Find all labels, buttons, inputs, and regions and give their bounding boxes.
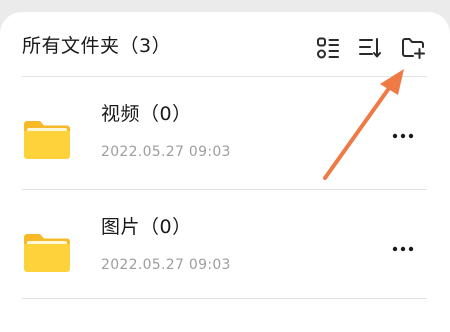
folder-row-images[interactable]: 图片（0） 2022.05.27 09:03 <box>0 189 450 305</box>
view-toggle-button[interactable] <box>313 34 343 62</box>
new-folder-button[interactable] <box>398 34 428 62</box>
more-options-button[interactable] <box>388 239 418 259</box>
row-divider <box>22 298 427 299</box>
folder-row-videos[interactable]: 视频（0） 2022.05.27 09:03 <box>0 76 450 192</box>
folder-icon <box>24 121 70 159</box>
folder-add-icon <box>402 38 425 59</box>
sort-icon <box>359 38 381 58</box>
more-dots-icon <box>392 133 414 139</box>
more-dots-icon <box>392 246 414 252</box>
folder-date: 2022.05.27 09:03 <box>101 257 231 273</box>
more-options-button[interactable] <box>388 126 418 146</box>
folder-icon <box>24 234 70 272</box>
grid-list-icon <box>317 37 339 59</box>
sort-button[interactable] <box>355 34 385 62</box>
folder-name: 视频（0） <box>101 103 192 125</box>
folder-date: 2022.05.27 09:03 <box>101 144 231 160</box>
folder-list-panel: 所有文件夹（3） 视频（0） 2022.05.27 09:03 图片（0） 20… <box>0 12 450 332</box>
folder-name: 图片（0） <box>101 216 192 238</box>
page-title: 所有文件夹（3） <box>22 35 172 57</box>
panel-header: 所有文件夹（3） <box>0 12 450 76</box>
